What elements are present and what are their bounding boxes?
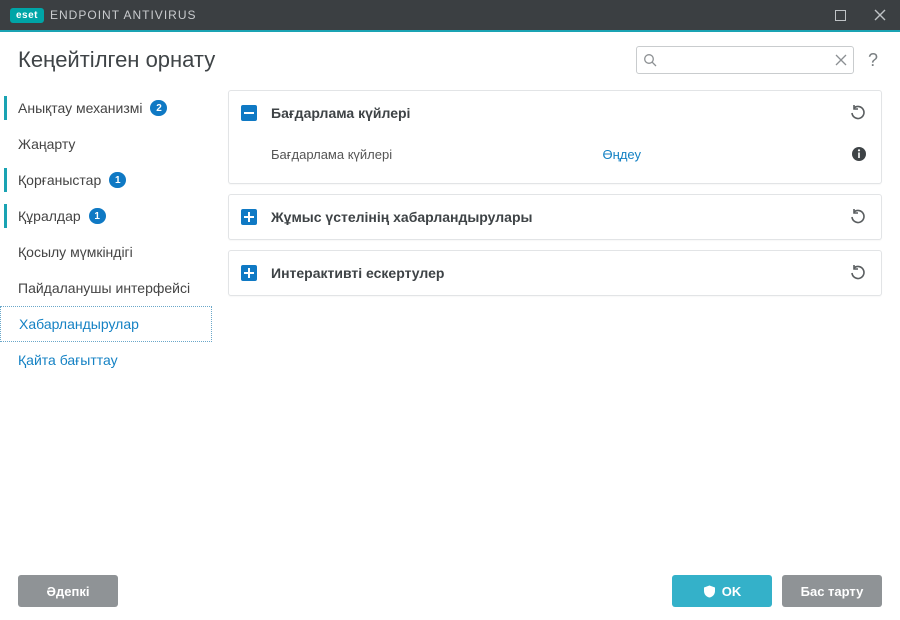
panel-header[interactable]: Интерактивті ескертулер	[229, 251, 881, 295]
search-icon	[643, 53, 657, 67]
titlebar: eset ENDPOINT ANTIVIRUS	[0, 0, 900, 30]
sidebar-item-label: Құралдар	[18, 208, 81, 224]
default-button[interactable]: Әдепкі	[18, 575, 118, 607]
info-icon[interactable]	[851, 146, 867, 162]
button-label: Бас тарту	[801, 584, 864, 599]
panel-interactive-alerts: Интерактивті ескертулер	[228, 250, 882, 296]
sidebar-item-label: Қорғаныстар	[18, 172, 101, 188]
expand-icon[interactable]	[241, 209, 257, 225]
collapse-icon[interactable]	[241, 105, 257, 121]
panel-header[interactable]: Жұмыс үстелінің хабарландырулары	[229, 195, 881, 239]
main: Бағдарлама күйлері Бағдарлама күйлері Өң…	[222, 84, 884, 562]
sidebar-item-label: Пайдаланушы интерфейсі	[18, 280, 190, 296]
shield-icon	[703, 585, 716, 598]
sidebar-item-update[interactable]: Жаңарту	[0, 126, 212, 162]
edit-link[interactable]: Өңдеу	[603, 147, 641, 162]
panel-body: Бағдарлама күйлері Өңдеу	[229, 135, 881, 183]
brand: eset ENDPOINT ANTIVIRUS	[10, 8, 196, 23]
expand-icon[interactable]	[241, 265, 257, 281]
sidebar-item-label: Жаңарту	[18, 136, 75, 152]
sidebar-item-label: Қосылу мүмкіндігі	[18, 244, 133, 260]
sidebar-item-ui[interactable]: Пайдаланушы интерфейсі	[0, 270, 212, 306]
header: Кеңейтілген орнату ?	[0, 32, 900, 84]
sidebar-item-tools[interactable]: Құралдар 1	[0, 198, 212, 234]
sidebar-item-redirect[interactable]: Қайта бағыттау	[0, 342, 212, 378]
undo-icon[interactable]	[849, 208, 867, 226]
body: Анықтау механизмі 2 Жаңарту Қорғаныстар …	[0, 84, 900, 562]
panel-header[interactable]: Бағдарлама күйлері	[229, 91, 881, 135]
row-app-statuses: Бағдарлама күйлері Өңдеу	[271, 139, 867, 169]
search-box[interactable]	[636, 46, 854, 74]
panel-app-statuses: Бағдарлама күйлері Бағдарлама күйлері Өң…	[228, 90, 882, 184]
footer: Әдепкі OK Бас тарту	[0, 562, 900, 620]
button-label: Әдепкі	[47, 584, 90, 599]
window-maximize-button[interactable]	[820, 0, 860, 30]
page-title: Кеңейтілген орнату	[18, 47, 215, 73]
cancel-button[interactable]: Бас тарту	[782, 575, 882, 607]
sidebar-item-badge: 2	[150, 100, 167, 116]
undo-icon[interactable]	[849, 264, 867, 282]
undo-icon[interactable]	[849, 104, 867, 122]
sidebar-item-label: Анықтау механизмі	[18, 100, 142, 116]
panel-title: Жұмыс үстелінің хабарландырулары	[271, 209, 835, 225]
sidebar: Анықтау механизмі 2 Жаңарту Қорғаныстар …	[0, 84, 222, 562]
brand-text: ENDPOINT ANTIVIRUS	[50, 8, 196, 22]
sidebar-item-label: Хабарландырулар	[19, 316, 139, 332]
button-label: OK	[722, 584, 742, 599]
sidebar-item-detection[interactable]: Анықтау механизмі 2	[0, 90, 212, 126]
brand-logo: eset	[10, 8, 44, 23]
window-close-button[interactable]	[860, 0, 900, 30]
sidebar-item-badge: 1	[89, 208, 106, 224]
clear-icon[interactable]	[835, 54, 847, 66]
sidebar-item-label: Қайта бағыттау	[18, 352, 118, 368]
panel-desktop-notifications: Жұмыс үстелінің хабарландырулары	[228, 194, 882, 240]
window-controls	[820, 0, 900, 30]
search-input[interactable]	[657, 53, 835, 67]
panel-title: Интерактивті ескертулер	[271, 265, 835, 281]
panel-title: Бағдарлама күйлері	[271, 105, 835, 121]
row-label: Бағдарлама күйлері	[271, 147, 392, 162]
sidebar-item-notifications[interactable]: Хабарландырулар	[0, 306, 212, 342]
sidebar-item-connectivity[interactable]: Қосылу мүмкіндігі	[0, 234, 212, 270]
sidebar-item-badge: 1	[109, 172, 126, 188]
sidebar-item-protections[interactable]: Қорғаныстар 1	[0, 162, 212, 198]
ok-button[interactable]: OK	[672, 575, 772, 607]
header-right: ?	[636, 46, 882, 74]
help-icon[interactable]: ?	[864, 50, 882, 71]
